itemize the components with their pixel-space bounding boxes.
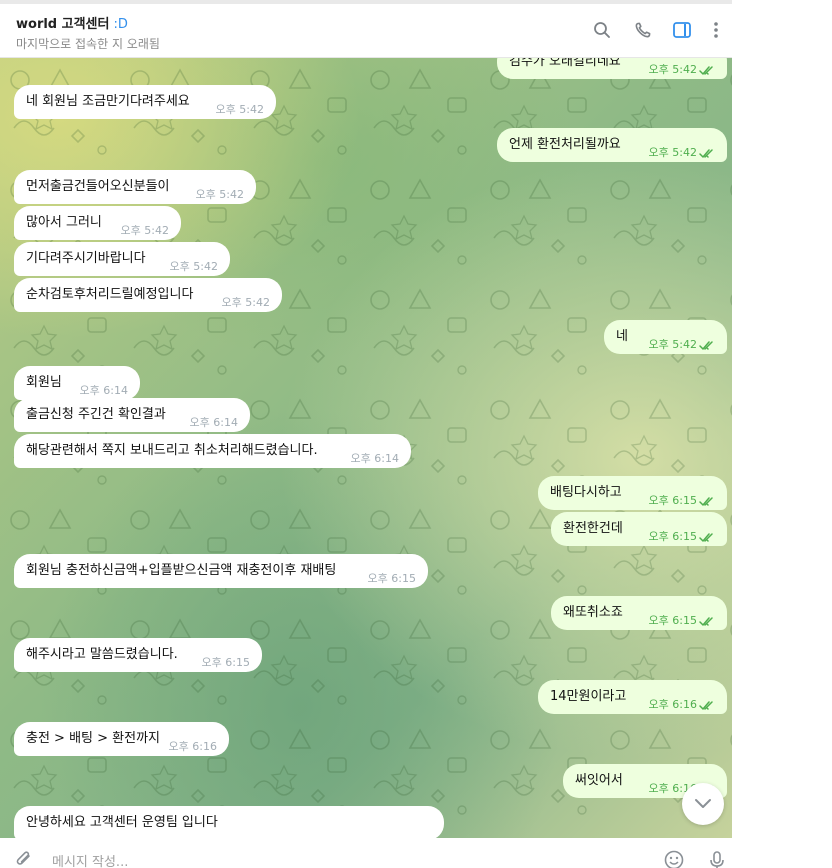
message-time: 오후 5:42 [120, 224, 169, 237]
message-text: 해주시라고 말씀드렸습니다. [26, 647, 178, 662]
incoming-message[interactable]: 기다려주시기바랍니다오후 5:42 [14, 242, 230, 276]
message-time: 오후 6:15 [648, 530, 697, 543]
incoming-message[interactable]: 네 회원님 조금만기다려주세요오후 5:42 [14, 85, 276, 119]
message-text: 안녕하세요 고객센터 운영팀 입니다 [26, 815, 218, 830]
more-vertical-icon[interactable] [706, 20, 726, 40]
message-time: 오후 6:15 [648, 494, 697, 507]
message-time: 오후 6:14 [189, 416, 238, 429]
message-time: 오후 6:15 [367, 572, 416, 585]
attach-icon[interactable] [14, 850, 34, 868]
message-text: 왜또취소죠 [563, 605, 623, 620]
read-double-check-icon [699, 66, 713, 75]
outgoing-message[interactable]: 언제 환전처리될까요오후 5:42 [497, 128, 727, 162]
incoming-message[interactable]: 회원님오후 6:14 [14, 366, 140, 400]
incoming-message[interactable]: 안녕하세요 고객센터 운영팀 입니다 [14, 806, 444, 838]
message-text: 14만원이라고 [550, 689, 627, 704]
incoming-message[interactable]: 해당관련해서 쪽지 보내드리고 취소처리해드렸습니다. 오후 6:14 [14, 434, 411, 468]
chat-last-seen-status: 마지막으로 접속한 지 오래됨 [16, 37, 160, 51]
emoji-icon[interactable] [664, 850, 684, 868]
message-text: 출금신청 주긴건 확인결과 [26, 407, 166, 422]
read-double-check-icon [699, 497, 713, 506]
read-double-check-icon [699, 149, 713, 158]
message-text: 배팅다시하고 [550, 485, 622, 500]
message-input-placeholder[interactable]: 메시지 작성... [52, 851, 128, 868]
message-time: 오후 5:42 [648, 63, 697, 76]
outgoing-message[interactable]: 환전한건데오후 6:15 [551, 512, 727, 546]
scroll-to-bottom-button[interactable] [682, 783, 724, 825]
message-time: 오후 6:16 [168, 740, 217, 753]
message-text: 검수가 오래걸리네요 [509, 58, 621, 69]
message-text: 환전한건데 [563, 521, 623, 536]
message-composer[interactable]: 메시지 작성... [0, 838, 732, 868]
incoming-message[interactable]: 해주시라고 말씀드렸습니다. 오후 6:15 [14, 638, 262, 672]
message-text: 언제 환전처리될까요 [509, 137, 621, 152]
message-time: 오후 5:42 [648, 146, 697, 159]
message-time: 오후 6:15 [648, 614, 697, 627]
message-time: 오후 5:42 [215, 103, 264, 116]
incoming-message[interactable]: 많아서 그러니오후 5:42 [14, 206, 181, 240]
read-double-check-icon [699, 701, 713, 710]
chat-title-emoji: :D [113, 17, 128, 32]
message-text: 네 회원님 조금만기다려주세요 [26, 94, 190, 109]
message-time: 오후 5:42 [221, 296, 270, 309]
outgoing-message[interactable]: 배팅다시하고오후 6:15 [538, 476, 727, 510]
read-double-check-icon [699, 533, 713, 542]
message-time: 오후 5:42 [648, 338, 697, 351]
telegram-chat-window: world 고객센터:D 마지막으로 접속한 지 오래됨 검수가 오래걸리네요… [0, 0, 732, 868]
sidebar-toggle-icon[interactable] [672, 20, 692, 40]
incoming-message[interactable]: 순차검토후처리드릴예정입니다오후 5:42 [14, 278, 282, 312]
message-text: 회원님 [26, 375, 62, 390]
message-time: 오후 6:16 [648, 698, 697, 711]
message-text: 회원님 충전하신금액+입플받으신금액 재충전이후 재배팅 [26, 563, 337, 578]
chat-title[interactable]: world 고객센터:D [16, 13, 128, 32]
message-time: 오후 6:15 [201, 656, 250, 669]
outgoing-message[interactable]: 14만원이라고오후 6:16 [538, 680, 727, 714]
message-text: 해당관련해서 쪽지 보내드리고 취소처리해드렸습니다. [26, 443, 318, 458]
message-time: 오후 5:42 [169, 260, 218, 273]
search-icon[interactable] [592, 20, 612, 40]
incoming-message[interactable]: 회원님 충전하신금액+입플받으신금액 재충전이후 재배팅오후 6:15 [14, 554, 428, 588]
message-text: 기다려주시기바랍니다 [26, 251, 146, 266]
outgoing-message[interactable]: 왜또취소죠오후 6:15 [551, 596, 727, 630]
read-double-check-icon [699, 341, 713, 350]
chat-message-area[interactable]: 검수가 오래걸리네요 오후 5:42 네 회원님 조금만기다려주세요 오후 5:42 언… [0, 58, 732, 838]
message-time: 오후 5:42 [195, 188, 244, 201]
chat-header[interactable]: world 고객센터:D 마지막으로 접속한 지 오래됨 [0, 4, 732, 58]
chevron-down-icon [694, 795, 712, 814]
message-text: 충전 > 배팅 > 환전까지 [26, 731, 160, 746]
incoming-message[interactable]: 충전 > 배팅 > 환전까지오후 6:16 [14, 722, 229, 756]
message-time: 오후 6:14 [79, 384, 128, 397]
incoming-message[interactable]: 먼저출금건들어오신분들이오후 5:42 [14, 170, 256, 204]
chat-title-text: world 고객센터 [16, 17, 110, 32]
message-text: 먼저출금건들어오신분들이 [26, 179, 170, 194]
outgoing-message[interactable]: 네오후 5:42 [604, 320, 727, 354]
message-text: 써잇어서 [575, 773, 623, 788]
message-time: 오후 6:14 [350, 452, 399, 465]
incoming-message[interactable]: 출금신청 주긴건 확인결과오후 6:14 [14, 398, 250, 432]
read-double-check-icon [699, 617, 713, 626]
message-text: 네 [616, 329, 628, 344]
phone-icon[interactable] [633, 20, 653, 40]
microphone-icon[interactable] [708, 850, 726, 868]
outgoing-message[interactable]: 검수가 오래걸리네요 오후 5:42 [497, 58, 727, 79]
message-text: 순차검토후처리드릴예정입니다 [26, 287, 194, 302]
message-text: 많아서 그러니 [26, 215, 102, 230]
